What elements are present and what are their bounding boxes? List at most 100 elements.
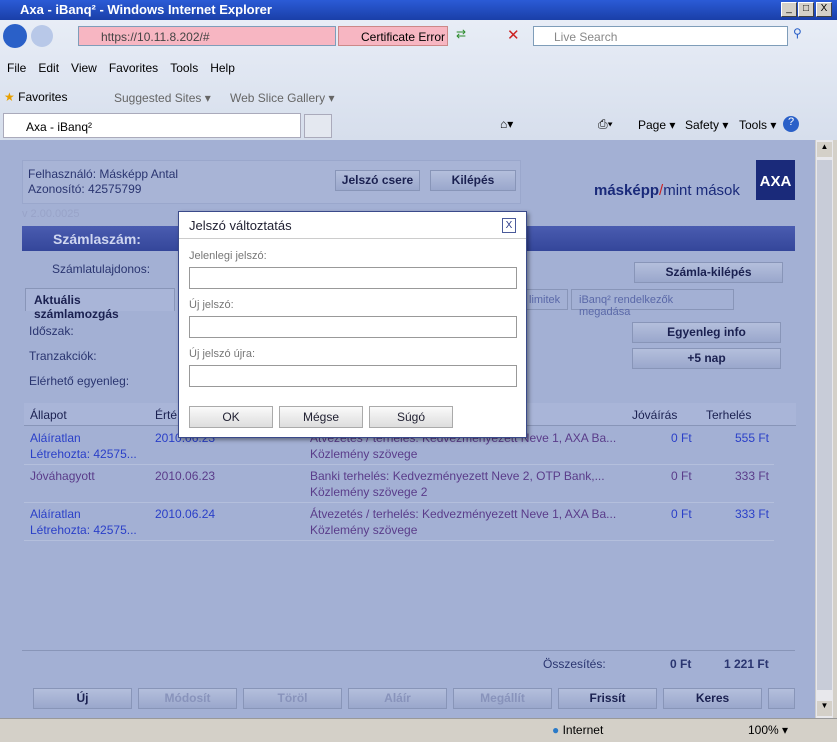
row-debit: 333 Ft — [735, 507, 770, 521]
tools-label: Tools — [739, 118, 768, 132]
balance-label: Elérhető egyenleg: — [29, 374, 130, 388]
safety-label: Safety — [685, 118, 720, 132]
menu-view[interactable]: View — [71, 61, 97, 75]
forward-icon[interactable] — [31, 25, 53, 47]
tab-limits[interactable]: limitek — [520, 289, 568, 310]
dialog-title: Jelszó változtatás — [179, 212, 526, 239]
stop-icon[interactable]: ✕ — [507, 26, 520, 44]
row-description: Banki terhelés: Kedvezményezett Neve 2, … — [310, 469, 605, 483]
row-debit: 555 Ft — [735, 431, 770, 445]
help-icon[interactable]: ? — [783, 116, 799, 132]
print-icon[interactable]: ⎙▾ — [598, 117, 613, 132]
window-title: Axa - iBanq² - Windows Internet Explorer — [20, 2, 272, 17]
change-password-dialog: Jelszó változtatás X Jelenlegi jelszó: Ú… — [178, 211, 527, 438]
column-credit[interactable]: Jóváírás — [632, 408, 677, 422]
transactions-label: Tranzakciók: — [29, 349, 97, 363]
stop-button[interactable]: Megállít — [453, 688, 552, 709]
scroll-down-icon[interactable]: ▼ — [817, 701, 832, 716]
back-icon[interactable] — [3, 24, 27, 48]
user-name: Felhasználó: Másképp Antal — [28, 167, 179, 181]
row-creator: Létrehozta: 42575... — [30, 523, 137, 537]
scroll-thumb[interactable] — [817, 160, 832, 690]
logo-text-1: másképp — [594, 182, 660, 199]
row-note: Közlemény szövege — [310, 447, 418, 461]
row-date: 2010.06.23 — [155, 469, 216, 483]
tab-signatories[interactable]: iBanq² rendelkezők megadása — [571, 289, 734, 318]
maximize-button[interactable]: □ — [798, 2, 814, 17]
menu-tools[interactable]: Tools — [170, 61, 198, 75]
current-password-input[interactable] — [189, 267, 517, 289]
repeat-password-input[interactable] — [189, 365, 517, 387]
row-note: Közlemény szövege — [310, 523, 418, 537]
account-exit-button[interactable]: Számla-kilépés — [634, 262, 783, 283]
browser-tab[interactable]: Axa - iBanq² — [3, 113, 301, 138]
compatibility-icon[interactable]: ⇄ — [456, 27, 474, 45]
tab-current-movements[interactable]: Aktuális számlamozgás — [25, 288, 175, 321]
favorites-button[interactable]: ★ Favorites — [4, 90, 67, 104]
column-debit[interactable]: Terhelés — [706, 408, 751, 422]
row-status: Aláíratlan — [30, 507, 81, 521]
row-credit: 0 Ft — [671, 431, 692, 445]
cancel-button[interactable]: Mégse — [279, 406, 363, 428]
search-input[interactable]: Live Search — [533, 26, 788, 46]
suggested-sites-link[interactable]: Suggested Sites ▾ — [114, 91, 211, 105]
new-button[interactable]: Új — [33, 688, 132, 709]
change-password-button[interactable]: Jelszó csere — [335, 170, 420, 191]
vertical-scrollbar[interactable]: ▲ ▼ — [815, 140, 833, 718]
sign-button[interactable]: Aláír — [348, 688, 447, 709]
search-icon[interactable]: ⚲ — [793, 26, 802, 40]
logout-button[interactable]: Kilépés — [430, 170, 516, 191]
page-menu[interactable]: Page ▾ — [638, 118, 675, 132]
safety-menu[interactable]: Safety ▾ — [685, 118, 728, 132]
modify-button[interactable]: Módosít — [138, 688, 237, 709]
menu-help[interactable]: Help — [210, 61, 235, 75]
certificate-error-button[interactable]: Certificate Error — [338, 26, 448, 46]
menu-edit[interactable]: Edit — [38, 61, 59, 75]
logo-text-2: mint mások — [663, 182, 740, 199]
row-date: 2010.06.24 — [155, 507, 216, 521]
delete-button[interactable]: Töröl — [243, 688, 342, 709]
row-status: Aláíratlan — [30, 431, 81, 445]
column-status[interactable]: Állapot — [30, 408, 67, 422]
row-debit: 333 Ft — [735, 469, 770, 483]
tools-menu[interactable]: Tools ▾ — [739, 118, 776, 132]
star-icon: ★ — [4, 90, 15, 104]
minimize-button[interactable]: _ — [781, 2, 797, 17]
menu-file[interactable]: File — [7, 61, 26, 75]
address-bar[interactable]: https://10.11.8.202/# — [78, 26, 336, 46]
refresh-button[interactable]: Frissít — [558, 688, 657, 709]
column-value-date[interactable]: Érté — [155, 408, 177, 422]
row-credit: 0 Ft — [671, 507, 692, 521]
globe-icon: ● — [552, 723, 560, 737]
close-window-button[interactable]: X — [816, 2, 832, 17]
plus-5-days-button[interactable]: +5 nap — [632, 348, 781, 369]
zoom-level: 100% — [748, 723, 779, 737]
suggested-sites-label: Suggested Sites — [114, 91, 202, 105]
help-button[interactable]: Súgó — [369, 406, 453, 428]
row-description: Átvezetés / terhelés: Kedvezményezett Ne… — [310, 507, 617, 521]
divider — [22, 650, 795, 651]
new-password-input[interactable] — [189, 316, 517, 338]
window-title-bar: Axa - iBanq² - Windows Internet Explorer — [0, 0, 837, 20]
search-button[interactable]: Keres — [663, 688, 762, 709]
zoom-control[interactable]: 100% ▾ — [748, 723, 788, 737]
row-credit: 0 Ft — [671, 469, 692, 483]
web-slice-label: Web Slice Gallery — [230, 91, 326, 105]
zone-label: Internet — [562, 723, 604, 737]
user-id: Azonosító: 42575799 — [28, 182, 142, 196]
owner-label: Számlatulajdonos: — [52, 262, 151, 276]
new-tab-button[interactable] — [304, 114, 332, 138]
row-status: Jóváhagyott — [30, 469, 95, 483]
web-slice-gallery-link[interactable]: Web Slice Gallery ▾ — [230, 91, 335, 105]
close-icon[interactable]: X — [502, 218, 516, 233]
balance-info-button[interactable]: Egyenleg info — [632, 322, 781, 343]
more-button[interactable] — [768, 688, 795, 709]
ok-button[interactable]: OK — [189, 406, 273, 428]
account-label: Számlaszám: — [53, 231, 141, 247]
logo: másképp/mint mások — [594, 182, 740, 199]
axa-logo: AXA — [756, 160, 795, 200]
menu-favorites[interactable]: Favorites — [109, 61, 158, 75]
home-icon[interactable]: ⌂▾ — [500, 117, 513, 131]
security-zone[interactable]: ● Internet — [552, 723, 603, 737]
scroll-up-icon[interactable]: ▲ — [817, 142, 832, 157]
